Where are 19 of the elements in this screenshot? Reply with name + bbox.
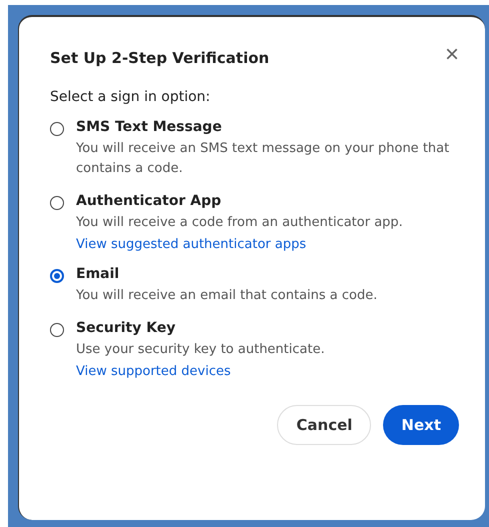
radio-button[interactable] [50, 269, 64, 283]
radio-button[interactable] [50, 196, 64, 210]
option-description: Use your security key to authenticate. [76, 341, 326, 359]
option-label[interactable]: Authenticator App [76, 193, 456, 209]
option-description: You will receive a code from an authenticator app. [76, 214, 404, 232]
close-button[interactable]: × [444, 43, 459, 67]
option-label[interactable]: Security Key [76, 320, 456, 336]
option-label[interactable]: Email [76, 266, 456, 282]
option-link[interactable]: View supported devices [76, 364, 456, 379]
radio-button[interactable] [50, 323, 64, 337]
option-description: You will receive an SMS text message on your phone that contains a code. [76, 140, 450, 178]
option-label[interactable]: SMS Text Message [76, 119, 456, 135]
cancel-button[interactable]: Cancel [277, 405, 372, 445]
dialog-title: Set Up 2-Step Verification [50, 49, 270, 67]
option-description: You will receive an email that contains a code. [76, 287, 378, 305]
radio-button[interactable] [50, 122, 64, 136]
next-button[interactable]: Next [383, 405, 459, 445]
prompt-text: Select a sign in option: [50, 89, 212, 105]
option-link[interactable]: View suggested authenticator apps [76, 237, 456, 252]
